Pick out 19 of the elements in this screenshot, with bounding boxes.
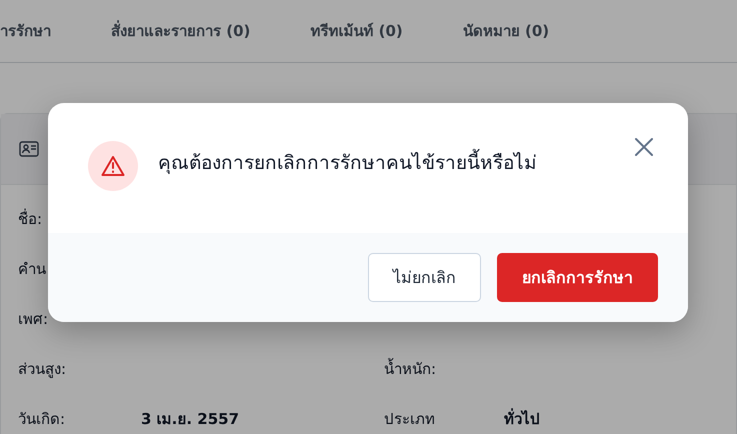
field-label: เพศ: xyxy=(18,310,48,328)
field-label: ประเภท xyxy=(384,410,435,428)
cancel-treatment-button[interactable]: ยกเลิกการรักษา xyxy=(497,253,658,302)
tab[interactable]: สั่งยาและรายการ (0) xyxy=(111,19,280,43)
keep-button[interactable]: ไม่ยกเลิก xyxy=(368,253,481,302)
field-label: วันเกิด: xyxy=(18,410,66,428)
field-label: คำน xyxy=(18,260,46,278)
field-label: ชื่อ: xyxy=(18,210,42,228)
field-label: น้ำหนัก: xyxy=(384,360,436,378)
tab[interactable]: ารรักษา xyxy=(0,19,81,43)
id-card-icon xyxy=(19,141,39,157)
close-icon[interactable] xyxy=(634,137,654,157)
tab[interactable]: นัดหมาย (0) xyxy=(462,19,580,43)
dialog-message: คุณต้องการยกเลิกการรักษาคนไข้รายนี้หรือไม่ xyxy=(158,147,537,177)
tab[interactable]: ทรีทเม้นท์ (0) xyxy=(310,19,433,43)
field-label: ส่วนสูง: xyxy=(18,360,66,378)
warning-icon xyxy=(88,141,138,191)
field-value: 3 เม.ย. 2557 xyxy=(141,410,240,428)
field-value: ทั่วไป xyxy=(504,410,540,428)
